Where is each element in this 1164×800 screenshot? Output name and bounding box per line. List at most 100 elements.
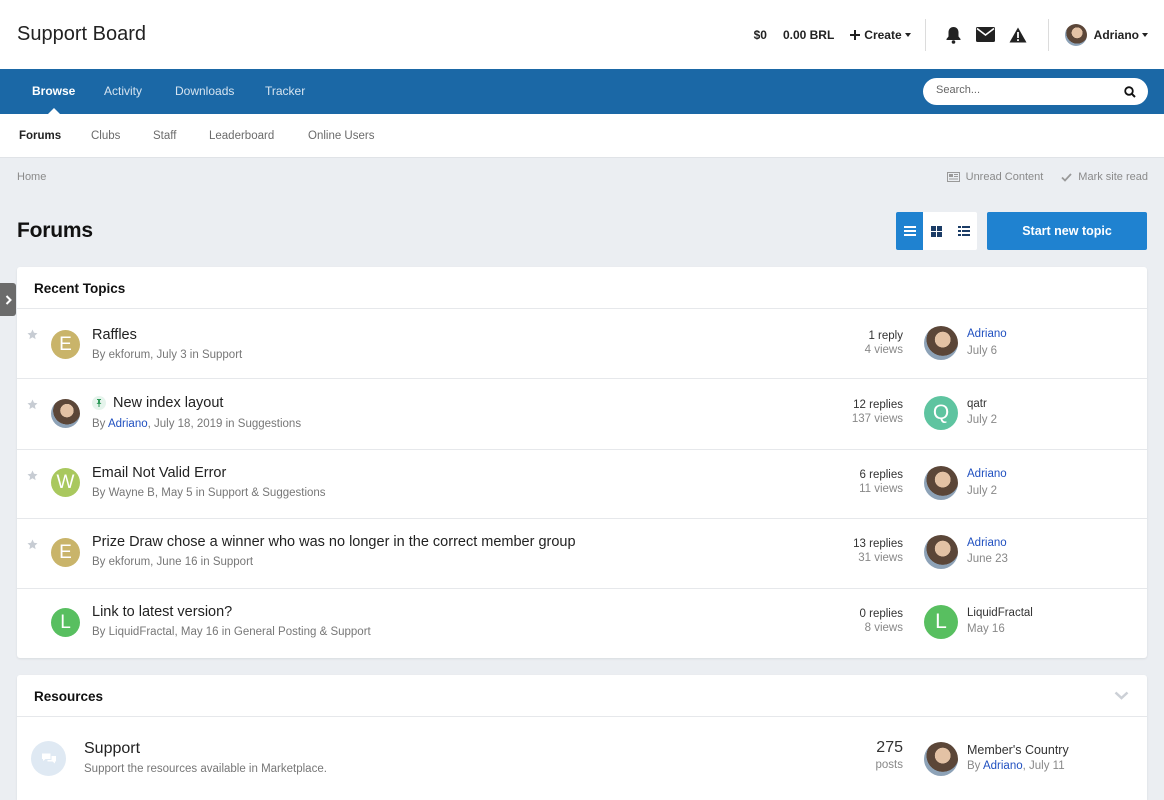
topic-forum-link[interactable]: General Posting & Support — [234, 626, 371, 638]
topic-author[interactable]: LiquidFractal — [109, 626, 175, 638]
forum-title[interactable]: Support — [84, 740, 140, 758]
site-title[interactable]: Support Board — [17, 23, 146, 46]
search-icon[interactable] — [1124, 85, 1136, 103]
view-toggle — [896, 212, 977, 250]
subnav-tab-forums[interactable]: Forums — [19, 114, 61, 158]
avatar[interactable]: E — [51, 330, 80, 359]
unread-content-link[interactable]: Unread Content — [946, 171, 1044, 183]
topic-author[interactable]: ekforum — [109, 349, 151, 361]
search-input[interactable] — [936, 84, 1116, 96]
topic-stats: 6 replies 11 views — [859, 469, 903, 495]
topic-stats: 1 reply 4 views — [865, 330, 903, 356]
nav-tab-activity[interactable]: Activity — [104, 69, 142, 114]
list-view-button[interactable] — [896, 212, 923, 250]
subnav-tab-staff[interactable]: Staff — [153, 114, 176, 158]
avatar[interactable]: E — [51, 538, 80, 567]
bell-icon[interactable] — [945, 26, 962, 44]
topic-title-text: Link to latest version? — [92, 604, 233, 620]
topic-meta: By Adriano, July 18, 2019 in Suggestions — [92, 418, 301, 430]
subnav-tab-online-users[interactable]: Online Users — [308, 114, 374, 158]
last-post-date[interactable]: July 2 — [967, 414, 997, 426]
page-title: Forums — [17, 219, 93, 242]
chevron-down-icon[interactable] — [1114, 691, 1129, 700]
last-poster-name[interactable]: Adriano — [983, 760, 1023, 772]
topic-row: L Link to latest version? By LiquidFract… — [17, 589, 1147, 658]
topic-title-text: Raffles — [92, 327, 137, 343]
topic-meta: By Wayne B, May 5 in Support & Suggestio… — [92, 487, 326, 499]
topic-forum-link[interactable]: Support — [202, 349, 242, 361]
topic-title[interactable]: New index layout — [92, 395, 223, 411]
star-icon[interactable] — [27, 539, 38, 550]
secondary-nav: Forums Clubs Staff Leaderboard Online Us… — [0, 114, 1164, 158]
star-icon[interactable] — [27, 470, 38, 481]
meta-by: By — [92, 556, 109, 568]
avatar[interactable]: W — [51, 468, 80, 497]
last-post-date[interactable]: June 23 — [967, 553, 1008, 565]
envelope-icon[interactable] — [975, 27, 995, 42]
replies-count: 13 replies — [853, 538, 903, 550]
last-post-date[interactable]: July 6 — [967, 345, 997, 357]
detailed-list-icon — [957, 226, 970, 236]
list-icon — [903, 226, 916, 236]
last-post-date[interactable]: July 2 — [967, 485, 997, 497]
last-poster-name[interactable]: Adriano — [967, 537, 1007, 549]
topic-title[interactable]: Raffles — [92, 327, 137, 343]
meta-by: By — [92, 626, 109, 638]
breadcrumb-home[interactable]: Home — [17, 171, 46, 183]
topic-author[interactable]: Adriano — [108, 418, 148, 430]
topic-forum-link[interactable]: Suggestions — [238, 418, 301, 430]
subnav-tab-clubs[interactable]: Clubs — [91, 114, 120, 158]
avatar[interactable] — [924, 742, 958, 776]
mark-site-read-link[interactable]: Mark site read — [1061, 171, 1148, 183]
compact-view-button[interactable] — [950, 212, 977, 250]
divider — [1047, 18, 1049, 51]
user-menu[interactable]: Adriano — [1064, 23, 1148, 46]
topic-forum-link[interactable]: Support & Suggestions — [208, 487, 326, 499]
grid-view-button[interactable] — [923, 212, 950, 250]
primary-nav: Browse Activity Downloads Tracker — [0, 69, 1164, 114]
last-poster-name[interactable]: qatr — [967, 398, 987, 410]
create-menu[interactable]: Create — [850, 28, 911, 42]
nav-tab-downloads[interactable]: Downloads — [175, 69, 234, 114]
plus-icon — [850, 29, 861, 40]
start-new-topic-button[interactable]: Start new topic — [987, 212, 1147, 250]
balance-link[interactable]: $0 — [754, 28, 767, 42]
topic-stats: 0 replies 8 views — [860, 608, 903, 634]
currency-link[interactable]: 0.00 BRL — [783, 28, 834, 42]
avatar[interactable] — [924, 466, 958, 500]
meta-date: , May 16 in — [174, 626, 234, 638]
forum-row: Support Support the resources available … — [17, 717, 1147, 800]
star-icon[interactable] — [27, 329, 38, 340]
avatar[interactable]: Q — [924, 396, 958, 430]
topic-title[interactable]: Prize Draw chose a winner who was no lon… — [92, 534, 576, 550]
nav-tab-tracker[interactable]: Tracker — [265, 69, 305, 114]
avatar[interactable]: L — [924, 605, 958, 639]
star-icon[interactable] — [27, 399, 38, 410]
avatar[interactable] — [924, 326, 958, 360]
topic-author[interactable]: Wayne B — [109, 487, 155, 499]
topic-title-text: Prize Draw chose a winner who was no lon… — [92, 534, 576, 550]
topic-meta: By ekforum, June 16 in Support — [92, 556, 253, 568]
last-post-date[interactable]: May 16 — [967, 623, 1005, 635]
last-poster-name[interactable]: Adriano — [967, 328, 1007, 340]
last-poster-name[interactable]: Adriano — [967, 468, 1007, 480]
unread-content-label: Unread Content — [965, 171, 1044, 183]
last-poster-name[interactable]: LiquidFractal — [967, 607, 1033, 619]
topic-row: New index layout By Adriano, July 18, 20… — [17, 379, 1147, 450]
avatar[interactable]: L — [51, 608, 80, 637]
sidebar-toggle[interactable] — [0, 283, 16, 316]
topic-row: E Prize Draw chose a winner who was no l… — [17, 519, 1147, 589]
topic-author[interactable]: ekforum — [109, 556, 151, 568]
forum-description: Support the resources available in Marke… — [84, 763, 327, 775]
warning-icon[interactable] — [1009, 27, 1027, 43]
topic-title[interactable]: Link to latest version? — [92, 604, 232, 620]
meta-by: By — [92, 487, 109, 499]
nav-tab-browse[interactable]: Browse — [32, 69, 75, 114]
last-post-title[interactable]: Member's Country — [967, 743, 1069, 757]
topic-title[interactable]: Email Not Valid Error — [92, 465, 226, 481]
avatar[interactable] — [924, 535, 958, 569]
subnav-tab-leaderboard[interactable]: Leaderboard — [209, 114, 274, 158]
topic-forum-link[interactable]: Support — [213, 556, 253, 568]
divider — [924, 18, 926, 51]
avatar[interactable] — [51, 399, 80, 428]
